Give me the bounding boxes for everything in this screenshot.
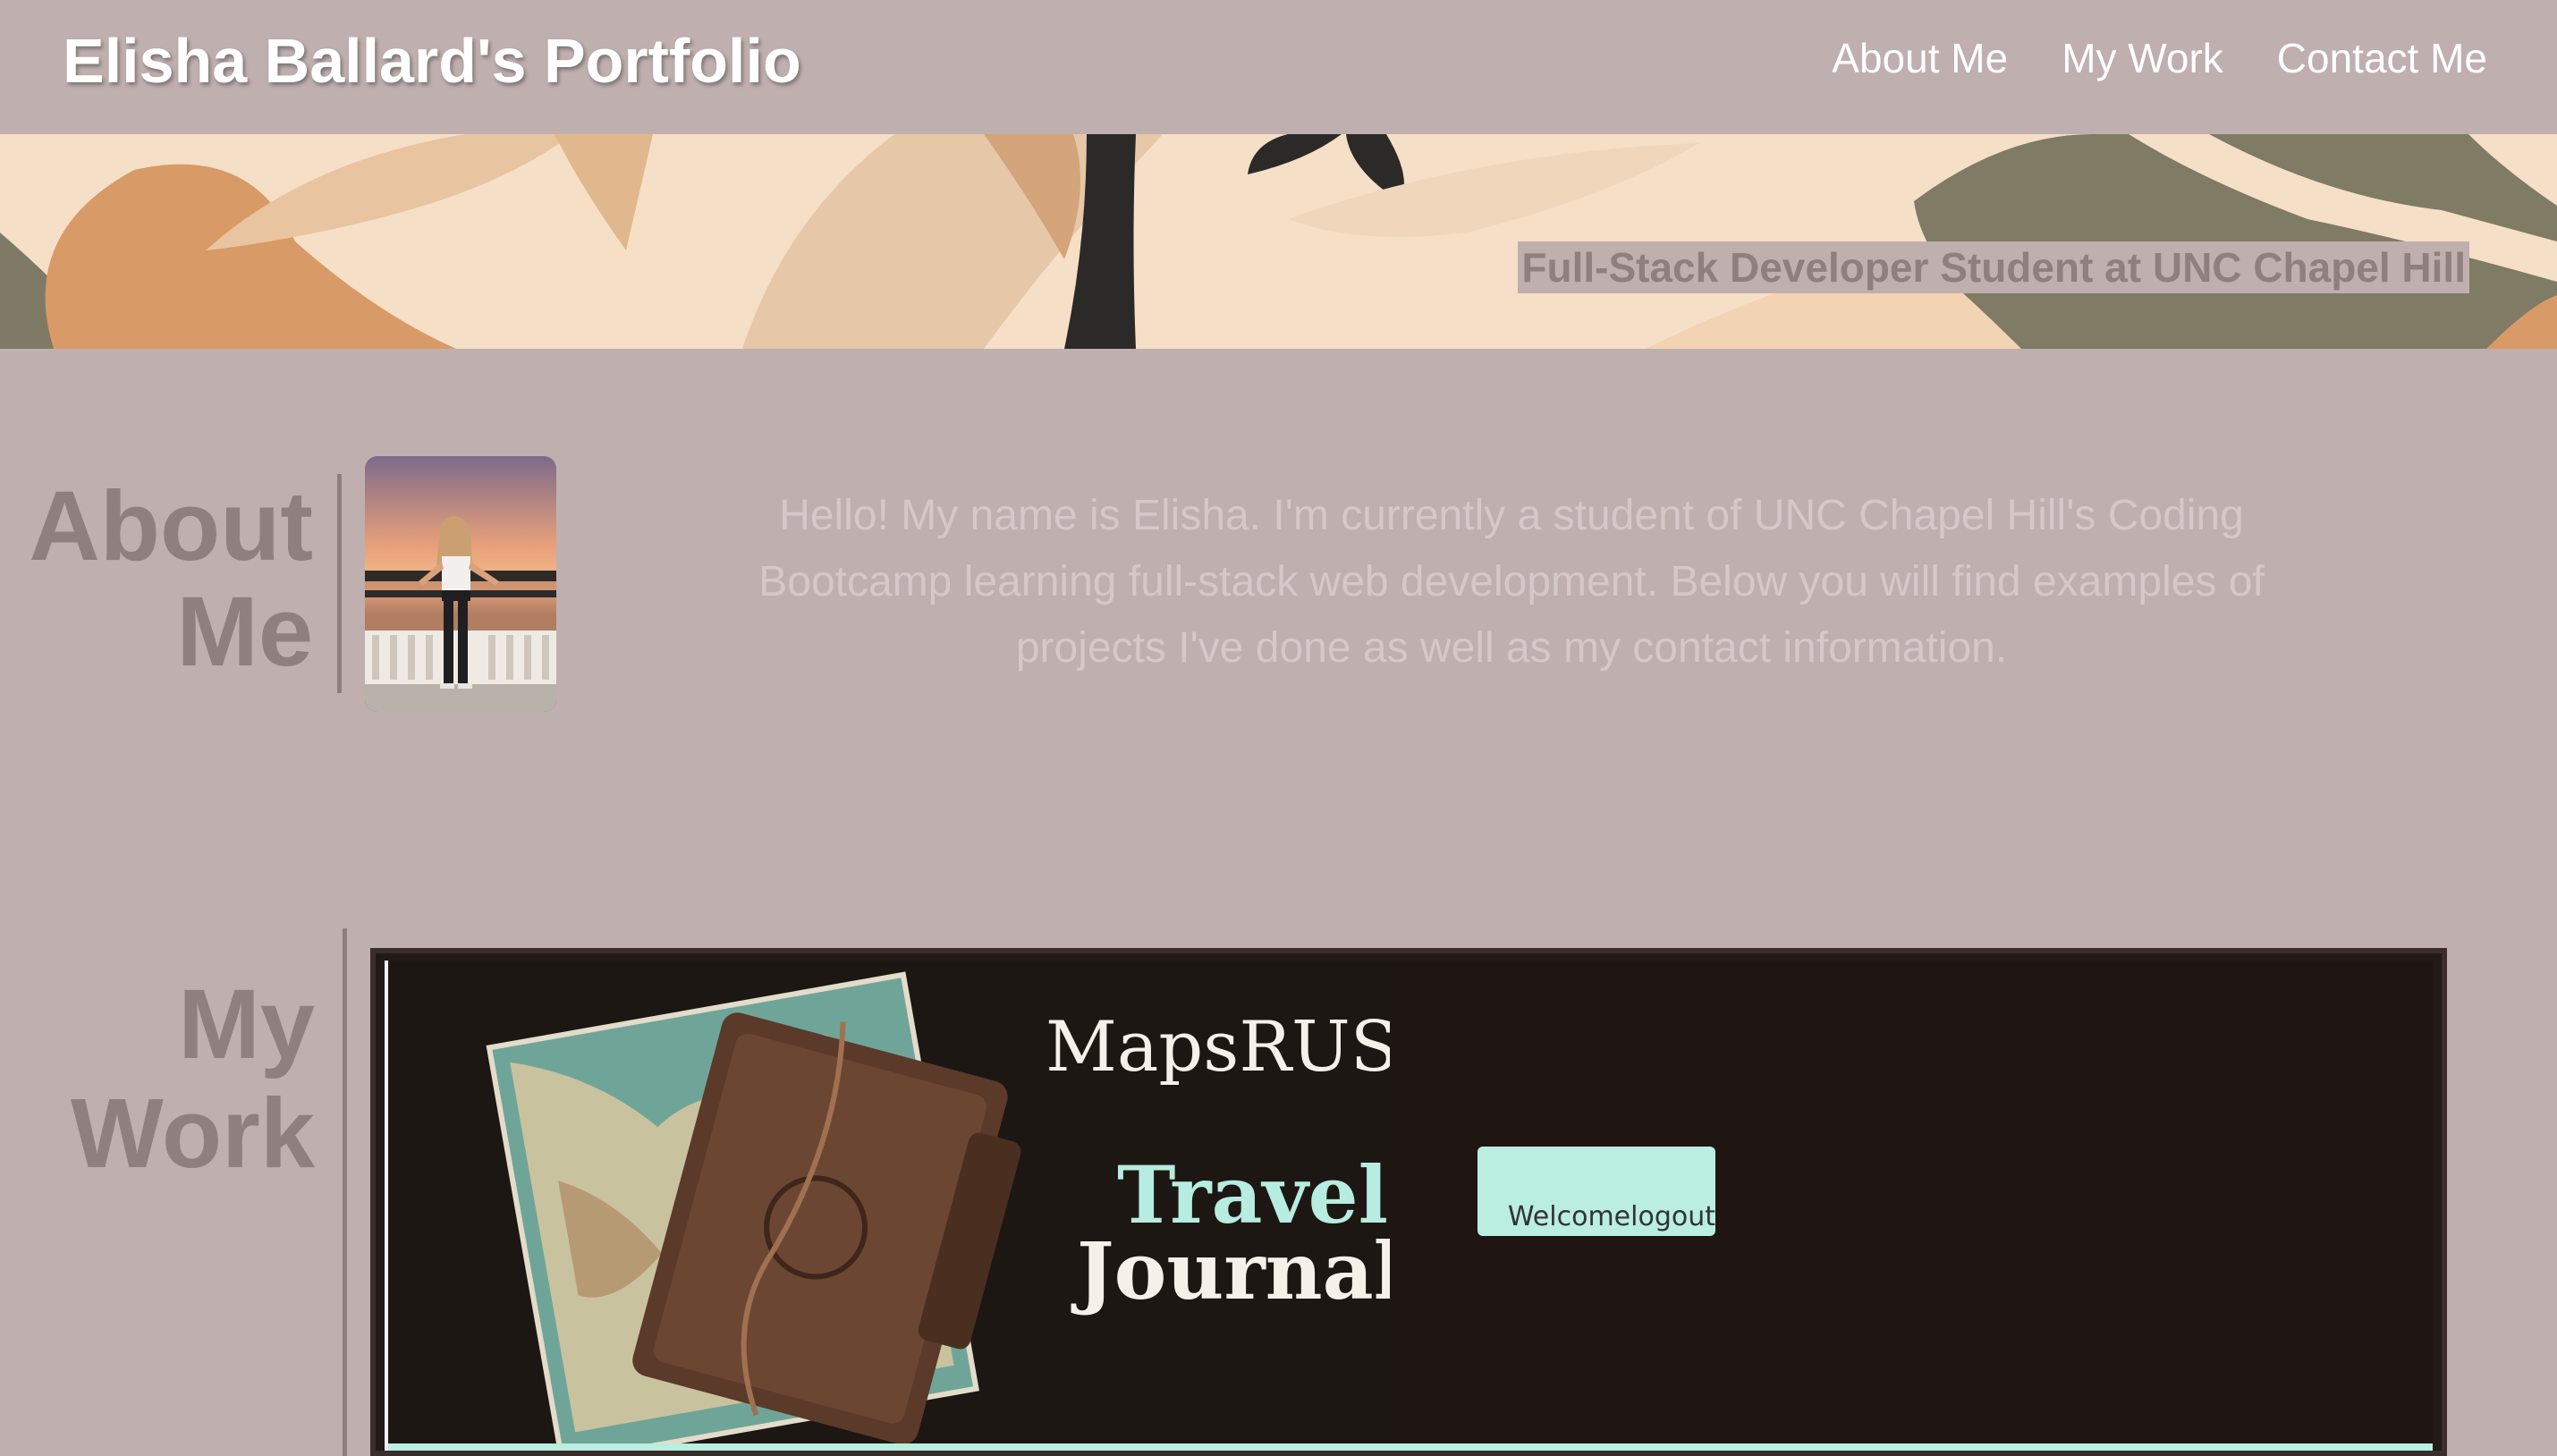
top-navbar: Elisha Ballard's Portfolio About Me My W… — [0, 0, 2557, 134]
hero-banner: Full-Stack Developer Student at UNC Chap… — [0, 134, 2557, 349]
work-divider — [343, 928, 347, 1456]
project-welcome-logout-button[interactable]: Welcomelogout — [1477, 1147, 1715, 1236]
project-footer-strip — [388, 1443, 2433, 1451]
project-card[interactable]: MapsRUS Travel Journal Welcomelogout — [370, 948, 2447, 1456]
profile-photo-illustration — [365, 456, 556, 712]
project-preview: MapsRUS Travel Journal Welcomelogout — [385, 961, 2433, 1451]
work-heading-line-1: My — [178, 969, 315, 1079]
nav-link-contact-me[interactable]: Contact Me — [2277, 34, 2487, 82]
work-heading: My Work — [36, 970, 315, 1189]
nav-link-my-work[interactable]: My Work — [2062, 34, 2223, 82]
about-heading: About Me — [27, 474, 313, 685]
site-title[interactable]: Elisha Ballard's Portfolio — [63, 25, 801, 97]
profile-photo — [365, 456, 556, 712]
project-brand-name: MapsRUS — [1046, 1007, 1390, 1088]
about-heading-line-1: About — [29, 471, 313, 581]
hero-tagline: Full-Stack Developer Student at UNC Chap… — [1518, 241, 2469, 293]
project-title-line-2: Journal — [1077, 1224, 1390, 1317]
about-text: Hello! My name is Elisha. I'm currently … — [758, 492, 2265, 672]
work-heading-line-2: Work — [70, 1079, 315, 1189]
main-nav: About Me My Work Contact Me — [1832, 34, 2487, 82]
project-banner: MapsRUS Travel Journal — [388, 961, 1390, 1448]
nav-link-about-me[interactable]: About Me — [1832, 34, 2008, 82]
about-divider — [337, 474, 342, 693]
about-heading-line-2: Me — [176, 577, 313, 687]
